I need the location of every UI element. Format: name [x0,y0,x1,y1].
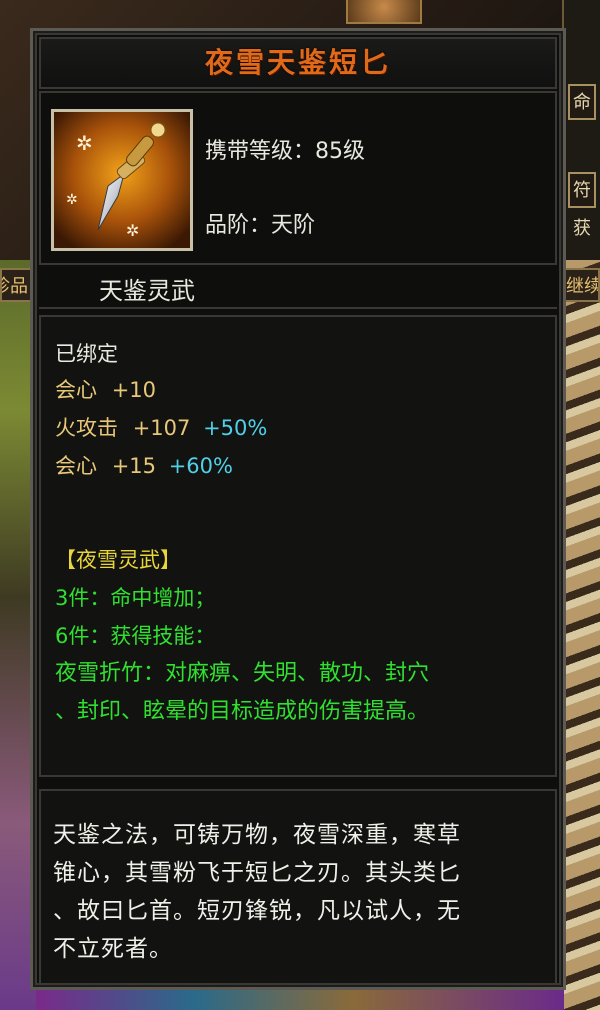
bound-status: 已绑定 [55,342,118,366]
set-effect: 6件：获得技能： [55,624,216,648]
svg-text:✲: ✲ [66,192,78,208]
svg-text:✲: ✲ [126,221,139,240]
stat-value: +107 [132,416,191,440]
top-portrait-icon [346,0,422,24]
item-tooltip: 夜雪天鉴短匕 ✲ ✲ ✲ 携带等级：85级 品阶：天阶 天鉴灵武 已绑定 会心 … [30,28,566,990]
stat-bonus: +50% [203,416,268,440]
stat-name: 会心 [55,454,97,478]
background-scenery-right [564,260,600,1010]
set-skill-line: 夜雪折竹：对麻痹、失明、散功、封穴 [55,661,430,686]
stat-name: 会心 [55,378,97,402]
item-grade: 品阶：天阶 [205,213,316,238]
right-tab-label[interactable]: 继续 [564,268,600,302]
attribute-section: 已绑定 会心 +10 火攻击 +107 +50% 会心 +15 +60% 【夜雪… [39,315,557,777]
dagger-icon: ✲ ✲ ✲ [51,109,193,251]
stat-value: +10 [111,378,157,402]
stat-row: 会心 +15 +60% [55,451,233,481]
side-button-2[interactable]: 符 [568,172,596,208]
side-text: 获 [573,218,591,239]
item-category: 天鉴灵武 [99,277,195,305]
stat-row: 会心 +10 [55,375,156,405]
stat-value: +15 [111,454,157,478]
section-divider [39,307,557,309]
set-effect: 3件：命中增加； [55,586,216,610]
description-line: 、故曰匕首。短刃锋锐，凡以试人，无 [53,898,461,924]
svg-text:✲: ✲ [76,131,93,155]
description-line: 不立死者。 [53,936,173,962]
item-name: 夜雪天鉴短匕 [204,46,391,79]
item-description: 天鉴之法，可铸万物，夜雪深重，寒草 锥心，其雪粉飞于短匕之刃。其头类匕 、故曰匕… [39,789,557,985]
description-line: 锥心，其雪粉飞于短匕之刃。其头类匕 [53,860,461,886]
set-title: 【夜雪灵武】 [55,548,181,572]
stat-name: 火攻击 [55,416,118,440]
carry-level: 携带等级：85级 [205,139,365,164]
stat-row: 火攻击 +107 +50% [55,413,267,443]
set-skill-line: 、封印、眩晕的目标造成的伤害提高。 [55,699,430,724]
side-button-1[interactable]: 命 [568,84,596,120]
description-line: 天鉴之法，可铸万物，夜雪深重，寒草 [53,822,461,848]
title-bar: 夜雪天鉴短匕 [39,37,557,89]
stat-bonus: +60% [168,454,233,478]
background-bottom-strip [36,988,564,1010]
item-header: ✲ ✲ ✲ 携带等级：85级 品阶：天阶 [39,91,557,265]
